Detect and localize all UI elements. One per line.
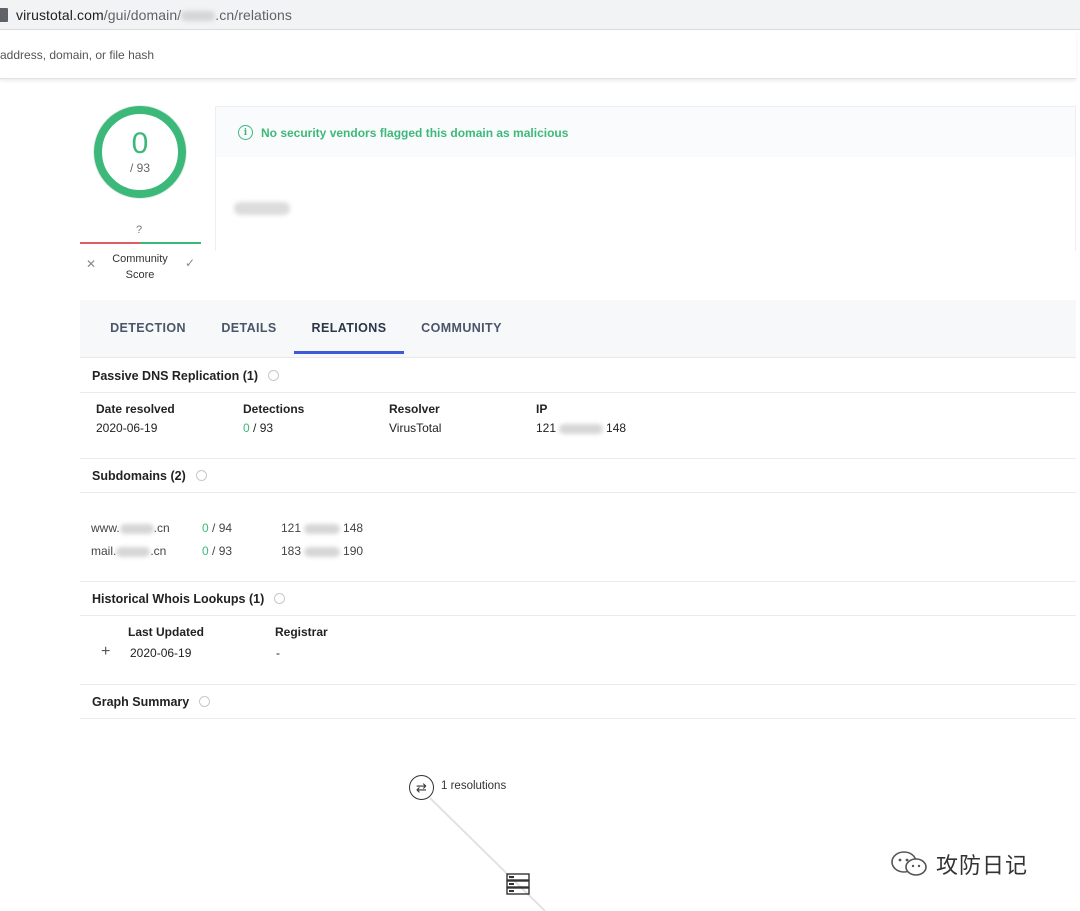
server-icon[interactable] — [506, 873, 530, 895]
wechat-watermark: 攻防日记 — [890, 848, 1028, 880]
graph-edge — [429, 797, 546, 911]
wechat-icon — [891, 851, 927, 876]
watermark-text: 攻防日记 — [936, 854, 1029, 879]
resolutions-node-icon[interactable]: ⇄ — [409, 775, 434, 800]
resolutions-node-label: 1 resolutions — [441, 780, 507, 792]
